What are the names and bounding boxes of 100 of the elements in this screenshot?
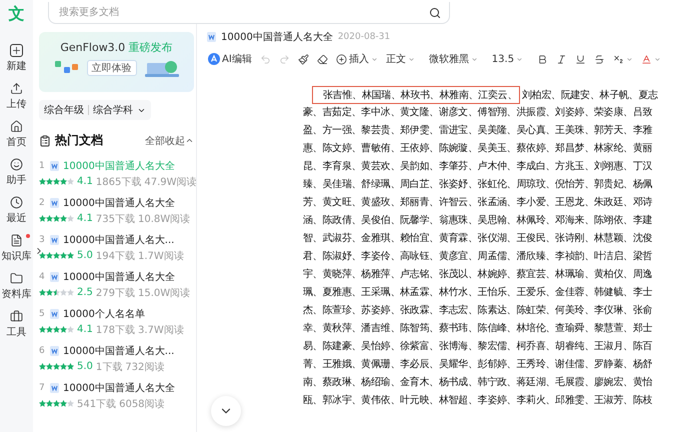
nav-item[interactable]: 助手 — [6, 158, 26, 187]
text-line: 智、武淑芬、金雅琪、赖怡宜、黄育霖、张仪湖、王俊民、张诗刚、林慧颖、沈俊 — [303, 232, 654, 246]
document-date: 2020-08-31 — [338, 32, 390, 42]
read-count: 15.0W阅读 — [138, 286, 190, 300]
rating-value: 2.5 — [77, 287, 93, 298]
rating-value: 5.0 — [77, 250, 93, 261]
document-icon — [207, 32, 216, 42]
plus-icon — [336, 54, 347, 64]
rank-number: 2 — [39, 198, 46, 208]
rank-number: 3 — [39, 234, 46, 244]
nav-label: 首页 — [6, 136, 26, 149]
try-button[interactable]: 立即体验 — [86, 60, 136, 76]
document-icon — [50, 308, 59, 318]
nav-item[interactable]: 最近 — [6, 196, 26, 225]
text-line: 南、蔡政琳、杨绍瑜、金育木、杨书成、韩宁政、蒋廷湖、毛展霞、廖婉宏、黄怡 — [303, 376, 654, 390]
filter-dropdown[interactable]: 综合年级 综合学科 — [39, 100, 151, 120]
toolbar-button[interactable]: 微软雅黑 — [428, 50, 479, 68]
upload-icon — [10, 82, 23, 95]
caret-icon — [470, 56, 478, 62]
nav-item[interactable]: 新建 — [6, 44, 26, 73]
nav-item[interactable]: 工具 — [6, 310, 26, 339]
nav-item[interactable]: 上传 — [6, 82, 26, 111]
text-line: 昆、李育泉、黄芸欢、吴韵如、李肇芬、卢木仲、李成白、方兆玉、刘翊惠、丁汉 — [303, 160, 654, 174]
eraser-icon — [316, 54, 328, 64]
download-count: 1865下载 — [96, 176, 142, 188]
nav-label: 知识库 — [2, 250, 32, 263]
folder-icon — [10, 272, 23, 285]
download-count: 194下载 — [96, 250, 135, 262]
rating-value: 5.0 — [77, 361, 93, 372]
toolbar-button[interactable]: 13.5 — [490, 52, 524, 66]
search-field[interactable]: 搜索更多文档 — [57, 6, 429, 19]
nav-item[interactable]: 首页 — [6, 120, 26, 149]
read-count: 732阅读 — [125, 360, 164, 374]
document-icon — [50, 234, 59, 244]
doc-list-item[interactable]: 6 10000中国普通人名大... 5.0 1下载 732阅读 — [39, 340, 194, 377]
laptop-drawing — [144, 59, 178, 77]
download-count: 279下载 — [96, 286, 135, 300]
document-icon — [10, 234, 23, 247]
briefcase-icon — [10, 310, 23, 323]
nav-label: 最近 — [6, 212, 26, 225]
doc-list-item[interactable]: 3 10000中国普通人名大... 5.0 194下载 1.7W阅读 — [39, 229, 194, 266]
download-count: 1下载 — [96, 360, 122, 374]
caret-icon — [370, 56, 378, 62]
rank-number: 7 — [39, 382, 46, 392]
text-line: 幸、黄秋萍、潘吉维、陈智筠、蔡书玮、陈信峰、林培伦、查瑜舜、黎慧萱、郑士 — [303, 322, 654, 336]
text-line: 瓯、郭冰宇、黄伟依、叶元映、林智超、李姿婷、李莉火、邱雅雯、王淑芳、陈枝 — [303, 394, 654, 408]
caret-icon — [654, 56, 662, 62]
caret-icon — [626, 56, 634, 62]
text-color-icon — [641, 54, 652, 64]
rank-number: 5 — [39, 308, 46, 318]
underline-icon — [575, 54, 586, 64]
read-count: 6058阅读 — [119, 398, 165, 410]
search-bar[interactable]: 搜索更多文档 — [48, 2, 450, 24]
document-icon — [50, 160, 59, 170]
nav-item[interactable]: 资料库 — [2, 272, 32, 301]
text-line: 臻、吴佳瑞、舒绿珮、周白芷、张姿妤、张虹伦、周琼玟、倪怡芳、郭贵妃、杨佩 — [303, 178, 654, 192]
text-line: 豪、吉茹定、李中冰、黄文隆、谢彦文、傅智翔、洪振霞、刘姿婷、荣姿康、吕致 — [303, 106, 654, 120]
doc-title: 10000中国普通人名大全 — [63, 160, 175, 172]
rating-value: 4.1 — [77, 324, 93, 335]
toolbar-button[interactable]: AI编辑 — [207, 50, 253, 68]
toolbar-button[interactable]: 插入 — [334, 50, 379, 68]
download-count: 735下载 — [96, 212, 135, 226]
rank-number: 4 — [39, 272, 46, 282]
document-icon — [50, 272, 59, 282]
text-line: 易、陈建豪、吴怡婷、徐紫富、张博海、黎宏儒、柯乔喜、胡睿纯、王淑月、陈百 — [303, 340, 654, 354]
doc-title: 10000中国普通人名大全 — [63, 382, 175, 394]
plus-icon — [10, 44, 23, 57]
filter-label: 综合年级 — [44, 104, 84, 117]
document-icon — [50, 346, 59, 356]
text-line: 菁、王雅娥、黄佩珊、李必辰、吴耀华、彭郁婷、王秀玲、谢佳儒、罗静蓁、杨舒 — [303, 358, 654, 372]
rating-value: 4.1 — [77, 176, 93, 187]
text-line: 惠、陈文婷、曹敏侑、王依婷、陈婉璇、吴美玉、蔡依婷、郑昌梦、林家纶、黄丽 — [303, 142, 654, 156]
read-count: 1.7W阅读 — [138, 250, 184, 262]
collapse-all-button[interactable]: 全部收起 — [145, 134, 194, 148]
toolbar-button[interactable]: 正文 — [384, 50, 416, 68]
read-count: 47.9W阅读 — [144, 176, 197, 188]
undo-icon — [260, 54, 271, 64]
home-icon — [10, 120, 23, 133]
text-line: 珮、夏雅惠、王采珮、林孟霖、林竹水、王怡乐、王爱乐、金佳蓉、韩健毓、李士 — [303, 286, 654, 300]
search-icon[interactable] — [429, 6, 441, 18]
doc-list-item[interactable]: 2 10000中国普通人名大全 4.1 735下载 10.8W阅读 — [39, 192, 194, 229]
toolbar-icon-button[interactable] — [296, 52, 310, 66]
rank-number: 6 — [39, 346, 46, 356]
doc-list-item[interactable]: 5 10000个人名名单 4.1 178下载 3.7W阅读 — [39, 303, 194, 340]
logo: 文 — [8, 4, 24, 25]
doc-title: 10000中国普通人名大... — [63, 234, 174, 246]
nav-item[interactable]: 知识库 — [2, 234, 32, 263]
italic-icon — [556, 54, 568, 64]
nav-label: 新建 — [6, 60, 26, 73]
text-line: 君、陈淑妤、李姿伶、高咏钰、黄彦宜、周孟儒、潘欣臻、李祯韵、叶洁启、梁哲 — [303, 250, 654, 264]
nav-label: 助手 — [6, 174, 26, 187]
document-icon — [50, 382, 59, 392]
doc-list-item[interactable]: 7 10000中国普通人名大全 541下载 6058阅读 — [39, 377, 194, 414]
banner-title: GenFlow3.0 重磅发布 — [60, 40, 173, 55]
text-line: 杰、陈萱珍、苏姿婷、张政霖、李志宏、陈素达、陈虹荣、何美玲、李仪琳、张俞 — [303, 304, 654, 318]
download-count: 178下载 — [96, 324, 135, 336]
promo-banner[interactable]: GenFlow3.0 重磅发布 立即体验 — [39, 32, 194, 92]
ai-logo-icon — [208, 53, 220, 65]
doc-list-item[interactable]: 4 10000中国普通人名大全 2.5 279下载 15.0W阅读 — [39, 266, 194, 303]
section-title: 热门文档 — [55, 132, 103, 149]
